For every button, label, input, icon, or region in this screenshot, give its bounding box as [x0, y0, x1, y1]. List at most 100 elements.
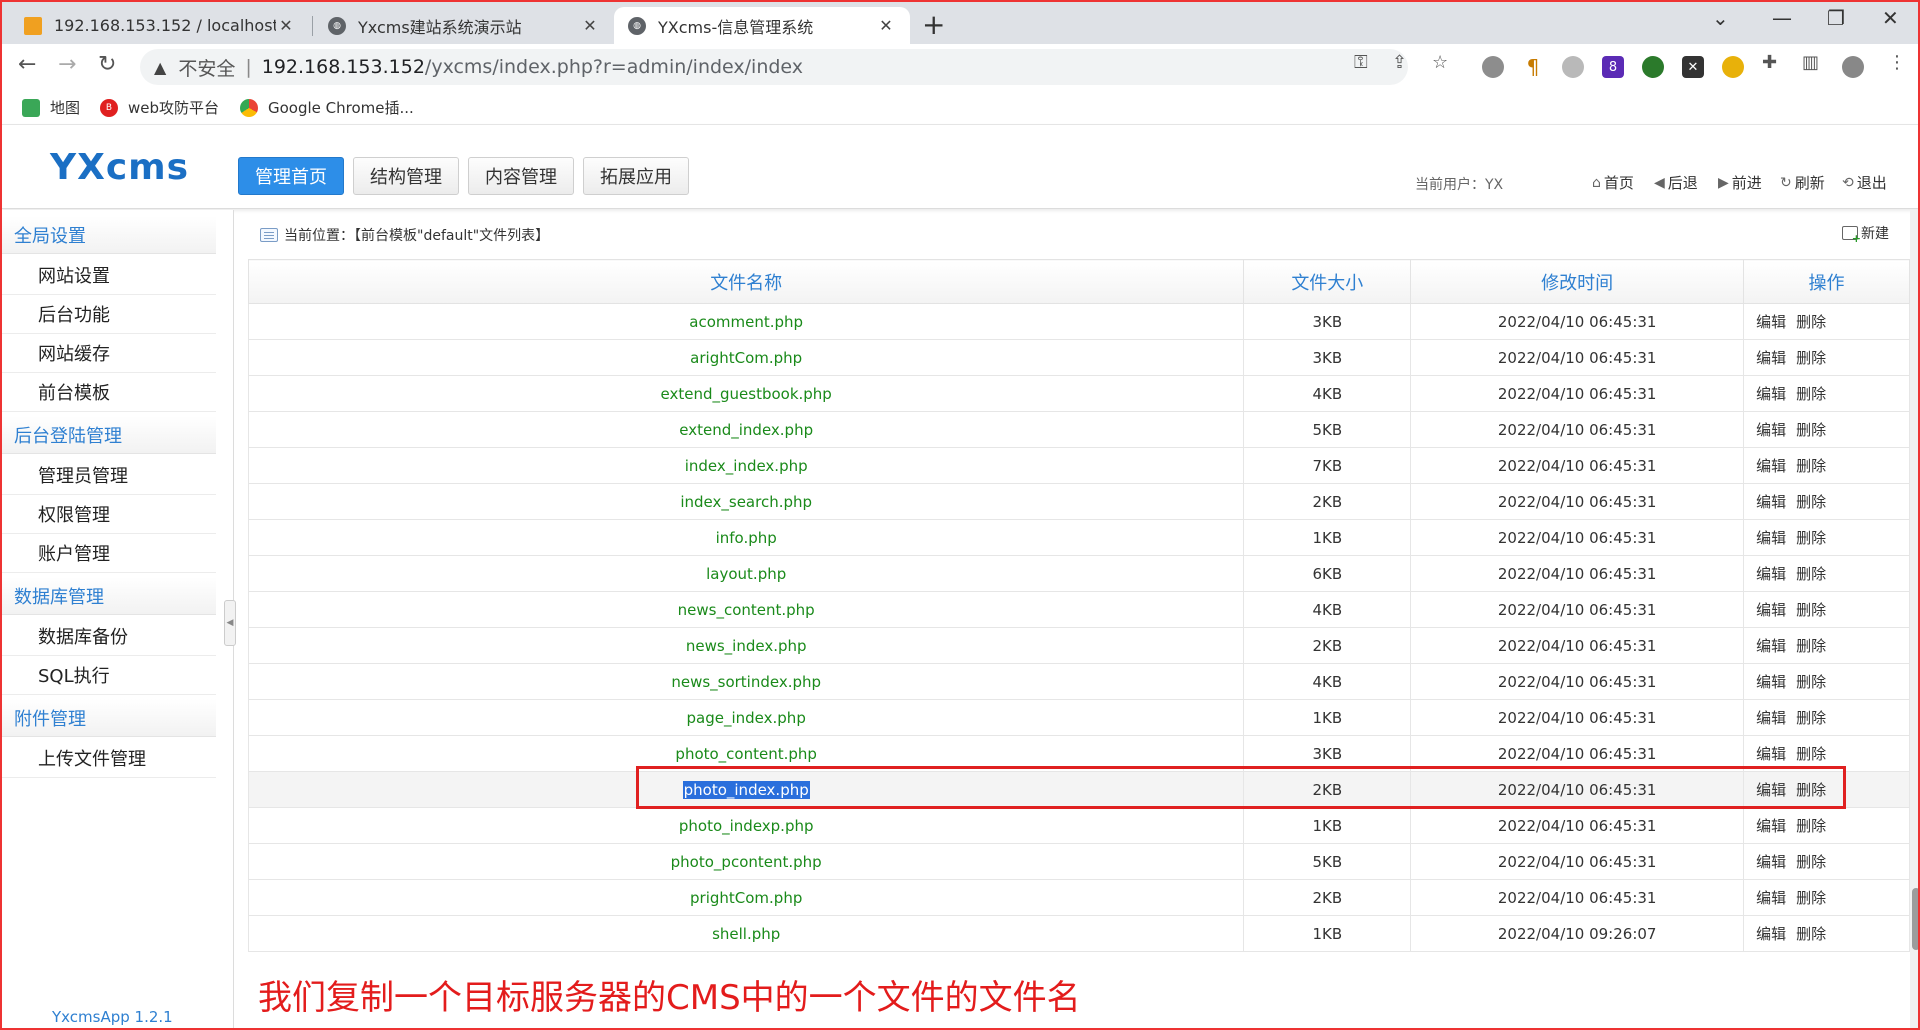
header-filename[interactable]: 文件名称 [247, 259, 1245, 304]
edit-link[interactable]: 编辑 [1756, 673, 1786, 691]
edit-link[interactable]: 编辑 [1756, 817, 1786, 835]
sidebar-group-attachments[interactable]: 附件管理 [2, 699, 216, 737]
sidebar-item-db-backup[interactable]: 数据库备份 [2, 617, 216, 656]
file-name[interactable]: index_index.php [685, 457, 808, 475]
sidebar-collapse-handle[interactable]: ◀ [224, 600, 236, 646]
delete-link[interactable]: 删除 [1796, 637, 1826, 655]
scrollbar-thumb[interactable] [1912, 888, 1918, 950]
file-name[interactable]: layout.php [706, 565, 786, 583]
edit-link[interactable]: 编辑 [1756, 457, 1786, 475]
delete-link[interactable]: 删除 [1796, 889, 1826, 907]
header-link-back[interactable]: ◀ 后退 [1654, 172, 1698, 193]
minimize-icon[interactable]: — [1772, 6, 1792, 30]
edit-link[interactable]: 编辑 [1756, 925, 1786, 943]
file-name-cell[interactable]: info.php [247, 519, 1245, 556]
sidebar-item-sql-execute[interactable]: SQL执行 [2, 656, 216, 695]
tab-phpmyadmin[interactable]: 192.168.153.152 / localhost | p ✕ [10, 7, 310, 44]
sidebar-item-uploaded-files[interactable]: 上传文件管理 [2, 739, 216, 778]
key-icon[interactable]: ⚿ [1354, 52, 1368, 73]
edit-link[interactable]: 编辑 [1756, 385, 1786, 403]
edit-link[interactable]: 编辑 [1756, 421, 1786, 439]
sidebar-item-permissions[interactable]: 权限管理 [2, 495, 216, 534]
file-name[interactable]: news_content.php [678, 601, 815, 619]
file-name[interactable]: info.php [716, 529, 777, 547]
tab-search-icon[interactable]: ⌄ [1712, 6, 1729, 30]
header-filesize[interactable]: 文件大小 [1243, 259, 1412, 304]
sidebar-item-frontend-templates[interactable]: 前台模板 [2, 373, 216, 412]
file-name[interactable]: extend_guestbook.php [661, 385, 832, 403]
edit-link[interactable]: 编辑 [1756, 349, 1786, 367]
file-name-cell[interactable]: news_index.php [247, 627, 1245, 664]
file-name-cell[interactable]: extend_index.php [247, 411, 1245, 448]
file-name-cell[interactable]: news_content.php [247, 591, 1245, 628]
delete-link[interactable]: 删除 [1796, 709, 1826, 727]
file-name[interactable]: index_search.php [680, 493, 812, 511]
header-link-refresh[interactable]: ↻ 刷新 [1780, 172, 1825, 193]
delete-link[interactable]: 删除 [1796, 493, 1826, 511]
edit-link[interactable]: 编辑 [1756, 313, 1786, 331]
file-name-cell[interactable]: shell.php [247, 915, 1245, 952]
delete-link[interactable]: 删除 [1796, 313, 1826, 331]
file-name-cell[interactable]: arightCom.php [247, 339, 1245, 376]
delete-link[interactable]: 删除 [1796, 673, 1826, 691]
puzzle-icon[interactable]: ✚ [1762, 52, 1777, 73]
new-file-button[interactable]: 新建 [1842, 223, 1889, 245]
file-name-cell[interactable]: index_search.php [247, 483, 1245, 520]
file-name[interactable]: news_index.php [686, 637, 807, 655]
sidebar-item-accounts[interactable]: 账户管理 [2, 534, 216, 573]
sidebar-group-global[interactable]: 全局设置 [2, 216, 216, 254]
delete-link[interactable]: 删除 [1796, 853, 1826, 871]
file-name-cell[interactable]: extend_guestbook.php [247, 375, 1245, 412]
extension-green-icon[interactable] [1642, 56, 1664, 78]
extension-x-icon[interactable]: ✕ [1682, 56, 1704, 78]
bookmark-web-attack[interactable]: B web攻防平台 [100, 97, 219, 118]
delete-link[interactable]: 删除 [1796, 817, 1826, 835]
edit-link[interactable]: 编辑 [1756, 853, 1786, 871]
edit-link[interactable]: 编辑 [1756, 565, 1786, 583]
extension-yellow-icon[interactable] [1722, 56, 1744, 78]
back-arrow-icon[interactable]: ← [18, 52, 36, 77]
window-close-icon[interactable]: ✕ [1882, 6, 1899, 30]
file-name-cell[interactable]: news_sortindex.php [247, 663, 1245, 700]
edit-link[interactable]: 编辑 [1756, 637, 1786, 655]
file-name-cell[interactable]: photo_indexp.php [247, 807, 1245, 844]
delete-link[interactable]: 删除 [1796, 457, 1826, 475]
delete-link[interactable]: 删除 [1796, 529, 1826, 547]
new-tab-button[interactable]: + [922, 8, 945, 41]
file-name[interactable]: photo_pcontent.php [671, 853, 822, 871]
file-name[interactable]: news_sortindex.php [671, 673, 821, 691]
address-bar[interactable]: ▲ 不安全 | 192.168.153.152/yxcms/index.php?… [140, 49, 1408, 85]
delete-link[interactable]: 删除 [1796, 745, 1826, 763]
sidebar-item-site-cache[interactable]: 网站缓存 [2, 334, 216, 373]
edit-link[interactable]: 编辑 [1756, 601, 1786, 619]
extension-gear-icon[interactable] [1562, 56, 1584, 78]
sidebar-group-login-admin[interactable]: 后台登陆管理 [2, 416, 216, 454]
nav-structure[interactable]: 结构管理 [353, 157, 459, 195]
side-panel-icon[interactable]: ▥ [1802, 52, 1819, 73]
bookmark-map[interactable]: 地图 [22, 97, 80, 118]
profile-avatar-icon[interactable] [1842, 56, 1864, 78]
edit-link[interactable]: 编辑 [1756, 529, 1786, 547]
file-name[interactable]: photo_indexp.php [679, 817, 814, 835]
maximize-icon[interactable]: ❐ [1827, 6, 1845, 30]
extension-globe-icon[interactable] [1482, 56, 1504, 78]
edit-link[interactable]: 编辑 [1756, 889, 1786, 907]
file-name[interactable]: shell.php [712, 925, 780, 943]
file-name[interactable]: prightCom.php [690, 889, 802, 907]
extension-pilcrow-icon[interactable]: ¶ [1522, 55, 1544, 79]
edit-link[interactable]: 编辑 [1756, 745, 1786, 763]
sidebar-group-database[interactable]: 数据库管理 [2, 577, 216, 615]
nav-dashboard[interactable]: 管理首页 [238, 157, 344, 195]
sidebar-item-backend-features[interactable]: 后台功能 [2, 295, 216, 334]
delete-link[interactable]: 删除 [1796, 385, 1826, 403]
extension-badge-icon[interactable]: 8 [1602, 56, 1624, 78]
bookmark-chrome-plugins[interactable]: Google Chrome插... [240, 97, 414, 118]
menu-dots-icon[interactable]: ⋮ [1888, 52, 1906, 73]
reload-icon[interactable]: ↻ [98, 52, 116, 77]
tab-yxcms-demo[interactable]: ◍ Yxcms建站系统演示站 ✕ [314, 7, 614, 44]
edit-link[interactable]: 编辑 [1756, 493, 1786, 511]
file-name-cell[interactable]: acomment.php [247, 303, 1245, 340]
delete-link[interactable]: 删除 [1796, 565, 1826, 583]
edit-link[interactable]: 编辑 [1756, 709, 1786, 727]
file-name[interactable]: page_index.php [687, 709, 806, 727]
